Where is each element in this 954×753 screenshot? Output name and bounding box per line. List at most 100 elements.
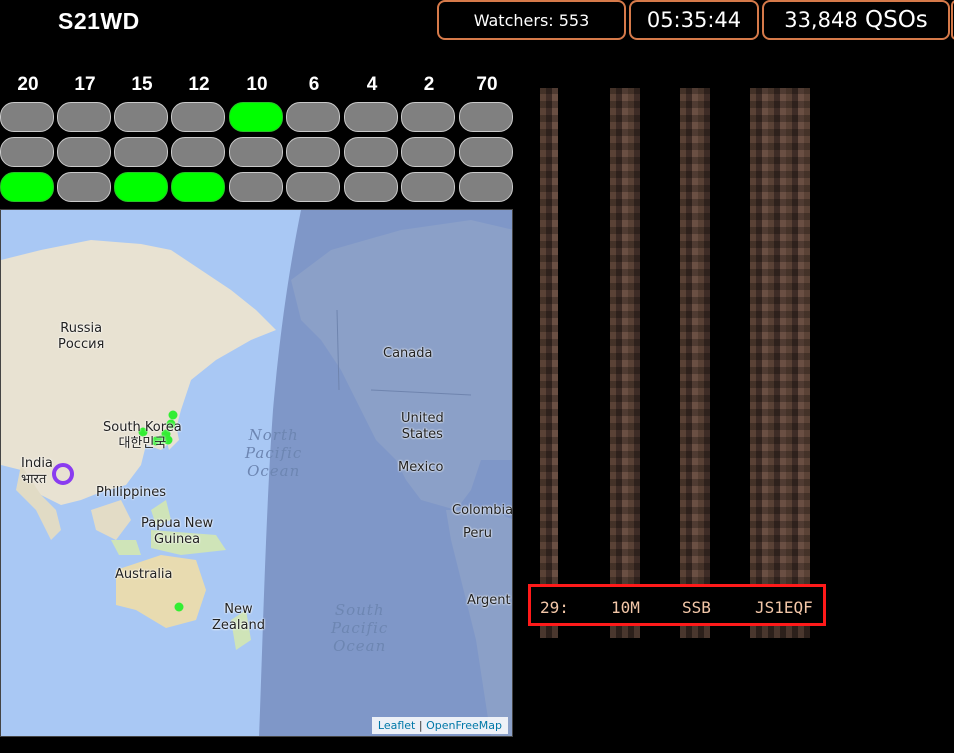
clock-text: 05:35:44 <box>646 8 742 32</box>
russia-local-name: Россия <box>58 337 105 352</box>
band-indicator-15-row1 <box>114 102 168 132</box>
borneo-landmass <box>111 540 141 555</box>
log-under-mode <box>680 626 710 638</box>
band-label-20: 20 <box>17 74 39 95</box>
log-under-band <box>610 626 640 638</box>
band-label-17: 17 <box>74 74 96 95</box>
sp-3: Ocean <box>333 637 387 655</box>
qso-point[interactable] <box>168 410 178 420</box>
band-label-4: 4 <box>366 74 378 95</box>
qso-count: 33,848 <box>784 8 858 32</box>
band-indicator-2-row2 <box>401 137 455 167</box>
band-label-12: 12 <box>188 74 210 95</box>
band-indicator-10-row1 <box>229 102 283 132</box>
band-indicator-17-row1 <box>57 102 111 132</box>
band-indicator-4-row3 <box>344 172 398 202</box>
band-label-10: 10 <box>246 74 268 95</box>
qso-unit: QSOs <box>865 7 928 33</box>
us-name-2: States <box>401 427 443 442</box>
band-indicator-4-row2 <box>344 137 398 167</box>
band-indicator-70-row2 <box>459 137 513 167</box>
band-indicator-12-row1 <box>171 102 225 132</box>
papua-name: Papua New <box>141 516 214 531</box>
band-label-2: 2 <box>423 74 435 95</box>
map-label-canada: Canada <box>383 346 433 361</box>
us-name-1: United <box>401 411 444 426</box>
band-labels: 20 17 15 12 10 6 4 2 70 <box>0 74 516 98</box>
russia-name: Russia <box>60 321 103 336</box>
band-indicator-6-row3 <box>286 172 340 202</box>
map-attribution: Leaflet | OpenFreeMap <box>371 717 508 734</box>
india-name: India <box>21 456 53 471</box>
nz-name-2: Zealand <box>212 618 265 633</box>
utc-clock: 05:35:44 <box>629 0 759 40</box>
qso-counter: 33,848 QSOs <box>762 0 950 40</box>
watchers-counter: Watchers: 553 <box>437 0 626 40</box>
ocean-label-south-pacific: South Pacific Ocean <box>331 601 388 655</box>
map-label-argentina: Argent <box>467 593 511 608</box>
log-column-number <box>540 88 558 584</box>
log-call: JS1EQF <box>755 598 813 617</box>
map-label-us: United States <box>401 411 444 443</box>
south-korea-local-name: 대한민국 <box>118 436 167 451</box>
band-label-15: 15 <box>131 74 153 95</box>
map-label-australia: Australia <box>115 567 173 582</box>
band-indicator-20-row1 <box>0 102 54 132</box>
log-column-mode <box>680 88 710 584</box>
band-label-70: 70 <box>476 74 498 95</box>
watchers-text: Watchers: 553 <box>473 10 590 30</box>
band-indicator-6-row1 <box>286 102 340 132</box>
sp-1: South <box>334 601 385 619</box>
log-mode: SSB <box>682 598 711 617</box>
map-label-mexico: Mexico <box>398 460 444 475</box>
qso-map[interactable]: Russia Россия Canada United States South K… <box>0 209 513 737</box>
log-under-number <box>540 626 558 638</box>
band-activity-grid <box>0 102 516 206</box>
qso-point[interactable] <box>174 602 184 612</box>
leaflet-link[interactable]: Leaflet <box>378 719 415 732</box>
band-indicator-12-row3 <box>171 172 225 202</box>
map-label-colombia: Colombia <box>452 503 513 518</box>
nz-name-1: New <box>224 602 253 617</box>
band-indicator-20-row2 <box>0 137 54 167</box>
band-label-6: 6 <box>308 74 320 95</box>
map-label-peru: Peru <box>463 526 492 541</box>
attribution-separator: | <box>415 719 427 732</box>
log-under-call <box>750 626 810 638</box>
band-indicator-10-row3 <box>229 172 283 202</box>
map-label-india: India भारत <box>21 456 53 488</box>
map-label-russia: Russia Россия <box>58 321 104 353</box>
south-korea-name: South Korea <box>103 420 182 435</box>
qso-log: 29: 10M SSB JS1EQF <box>528 88 826 638</box>
band-indicator-2-row1 <box>401 102 455 132</box>
guinea-name: Guinea <box>154 532 201 547</box>
band-indicator-15-row3 <box>114 172 168 202</box>
band-indicator-15-row2 <box>114 137 168 167</box>
ocean-label-north-pacific: North Pacific Ocean <box>245 426 302 480</box>
log-band: 10M <box>611 598 640 617</box>
sp-2: Pacific <box>331 619 389 637</box>
band-indicator-17-row3 <box>57 172 111 202</box>
band-indicator-6-row2 <box>286 137 340 167</box>
se-asia-landmass <box>91 500 131 540</box>
band-indicator-12-row2 <box>171 137 225 167</box>
np-2: Pacific <box>245 444 303 462</box>
log-column-band <box>610 88 640 584</box>
band-indicator-20-row3 <box>0 172 54 202</box>
band-indicator-10-row2 <box>229 137 283 167</box>
map-label-new-zealand: New Zealand <box>212 602 265 634</box>
log-column-call <box>750 88 810 584</box>
map-label-papua: Papua New Guinea <box>141 516 213 548</box>
map-label-south-korea: South Korea 대한민국 <box>103 420 182 452</box>
station-callsign: S21WD <box>58 8 140 34</box>
openfreemap-link[interactable]: OpenFreeMap <box>426 719 502 732</box>
map-label-philippines: Philippines <box>96 485 167 500</box>
band-indicator-70-row1 <box>459 102 513 132</box>
australia-landmass <box>116 555 206 628</box>
np-3: Ocean <box>247 462 301 480</box>
band-indicator-70-row3 <box>459 172 513 202</box>
np-1: North <box>248 426 299 444</box>
india-local-name: भारत <box>21 472 47 487</box>
band-indicator-4-row1 <box>344 102 398 132</box>
band-indicator-2-row3 <box>401 172 455 202</box>
